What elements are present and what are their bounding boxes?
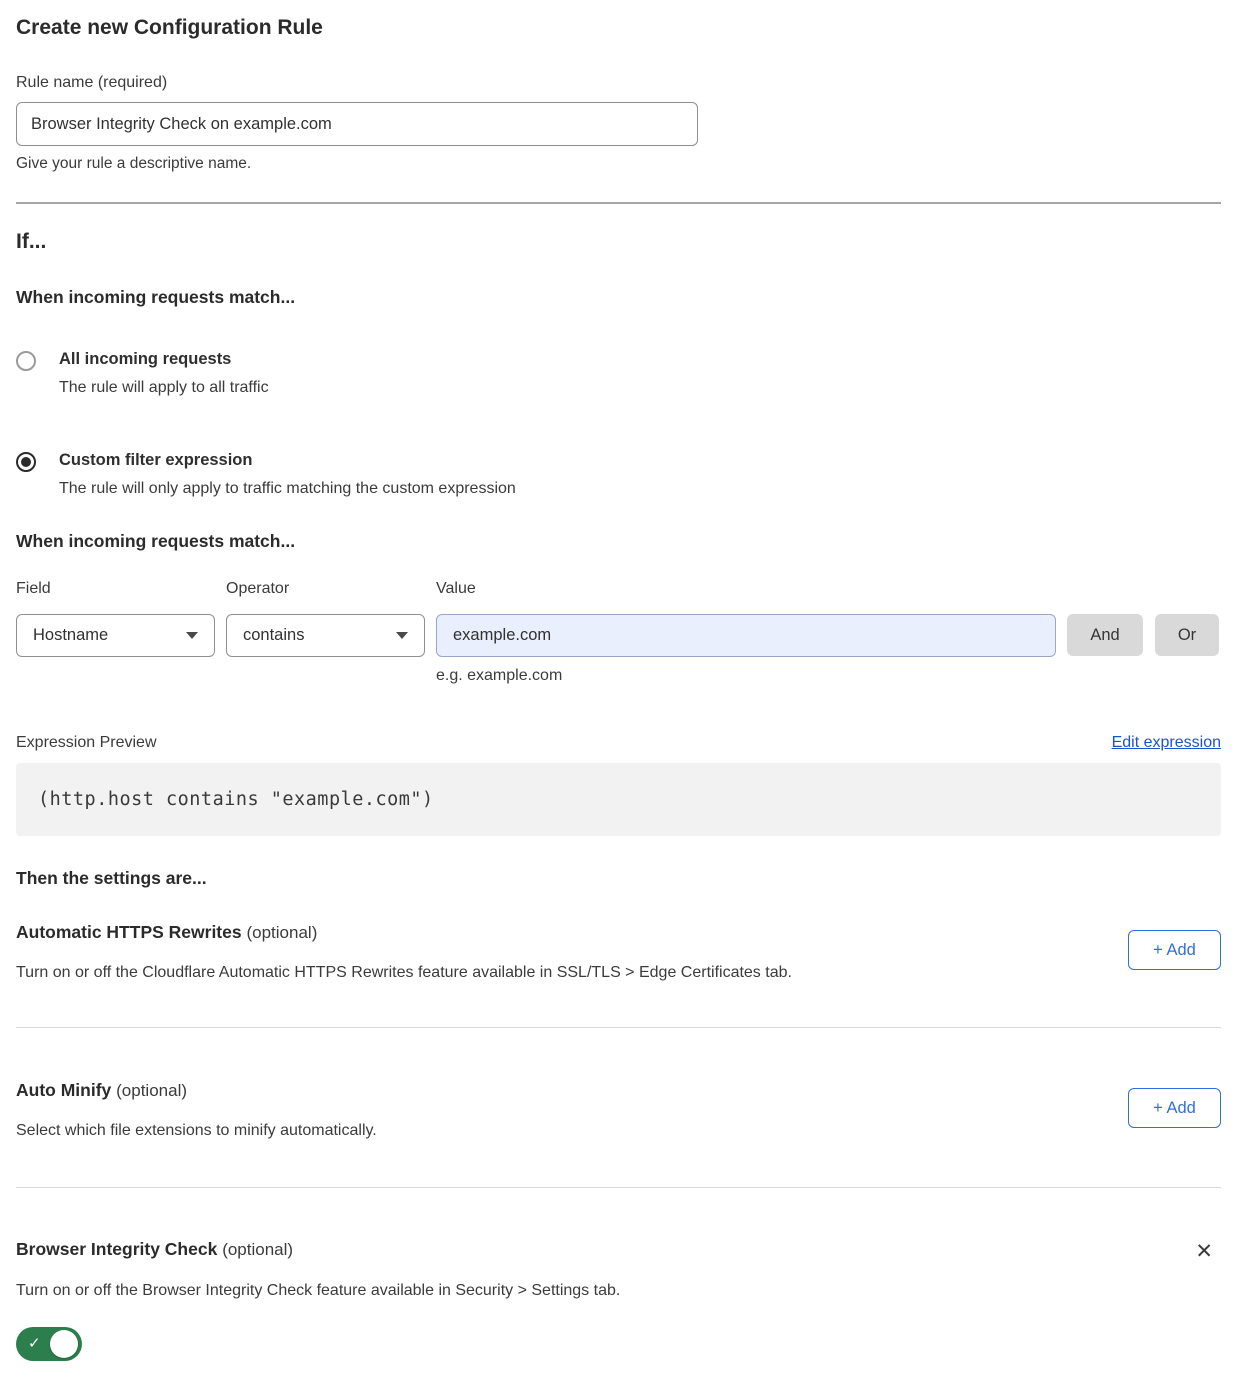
- setting-optional-tag: (optional): [222, 1240, 293, 1259]
- setting-browser-integrity-check: Browser Integrity Check (optional) ✕ Tur…: [16, 1238, 1221, 1366]
- value-label: Value: [436, 579, 1056, 599]
- setting-optional-tag: (optional): [246, 923, 317, 942]
- rule-name-input[interactable]: [16, 102, 698, 146]
- close-icon[interactable]: ✕: [1195, 1240, 1213, 1262]
- setting-title-text: Automatic HTTPS Rewrites: [16, 922, 242, 942]
- builder-heading: When incoming requests match...: [16, 530, 1221, 552]
- operator-select-value: contains: [243, 626, 304, 645]
- expression-preview-header: Expression Preview Edit expression: [16, 733, 1221, 753]
- operator-select[interactable]: contains: [226, 614, 425, 657]
- add-button[interactable]: + Add: [1128, 930, 1221, 970]
- value-helper: e.g. example.com: [436, 666, 1056, 686]
- setting-title: Browser Integrity Check (optional): [16, 1238, 293, 1261]
- rule-name-label: Rule name (required): [16, 73, 1221, 93]
- setting-title-text: Browser Integrity Check: [16, 1239, 217, 1259]
- setting-header-row: Browser Integrity Check (optional) ✕: [16, 1238, 1221, 1262]
- field-label: Field: [16, 579, 215, 599]
- check-icon: ✓: [28, 1334, 41, 1354]
- toggle-knob[interactable]: [50, 1330, 78, 1358]
- operator-column: Operator contains: [226, 579, 425, 657]
- setting-divider: [16, 1027, 1221, 1028]
- field-select-value: Hostname: [33, 626, 108, 645]
- setting-automatic-https-rewrites: Automatic HTTPS Rewrites (optional) Turn…: [16, 921, 1221, 983]
- radio-button[interactable]: [16, 452, 36, 472]
- radio-description: The rule will apply to all traffic: [59, 378, 269, 398]
- operator-label: Operator: [226, 579, 425, 599]
- radio-description: The rule will only apply to traffic matc…: [59, 479, 516, 499]
- section-divider: [16, 202, 1221, 204]
- radio-label[interactable]: All incoming requests: [59, 349, 269, 370]
- expression-builder-row: Field Hostname Operator contains Value e…: [16, 579, 1221, 686]
- setting-description: Turn on or off the Cloudflare Automatic …: [16, 963, 792, 983]
- radio-button[interactable]: [16, 351, 36, 371]
- setting-description: Select which file extensions to minify a…: [16, 1121, 377, 1141]
- chevron-down-icon: [396, 632, 408, 639]
- if-heading: If...: [16, 229, 1221, 255]
- value-column: Value e.g. example.com: [436, 579, 1056, 686]
- edit-expression-link[interactable]: Edit expression: [1112, 734, 1221, 752]
- setting-description: Turn on or off the Browser Integrity Che…: [16, 1281, 1221, 1301]
- radio-option-custom-filter[interactable]: Custom filter expression The rule will o…: [16, 450, 1221, 499]
- radio-label[interactable]: Custom filter expression: [59, 450, 516, 471]
- add-button[interactable]: + Add: [1128, 1088, 1221, 1128]
- expression-preview-code: (http.host contains "example.com"): [16, 763, 1221, 836]
- or-button[interactable]: Or: [1155, 614, 1219, 656]
- setting-title-text: Auto Minify: [16, 1080, 111, 1100]
- expression-preview-label: Expression Preview: [16, 733, 157, 753]
- setting-title: Automatic HTTPS Rewrites (optional): [16, 921, 792, 944]
- setting-divider: [16, 1187, 1221, 1188]
- field-column: Field Hostname: [16, 579, 215, 657]
- radio-option-all-requests[interactable]: All incoming requests The rule will appl…: [16, 349, 1221, 398]
- rule-name-helper: Give your rule a descriptive name.: [16, 154, 1221, 173]
- setting-auto-minify: Auto Minify (optional) Select which file…: [16, 1079, 1221, 1141]
- browser-integrity-toggle[interactable]: ✓: [16, 1327, 82, 1361]
- setting-title: Auto Minify (optional): [16, 1079, 377, 1102]
- field-select[interactable]: Hostname: [16, 614, 215, 657]
- page-title: Create new Configuration Rule: [16, 14, 1221, 42]
- setting-optional-tag: (optional): [116, 1081, 187, 1100]
- settings-heading: Then the settings are...: [16, 867, 1221, 889]
- match-heading: When incoming requests match...: [16, 286, 1221, 308]
- and-button[interactable]: And: [1067, 614, 1143, 656]
- value-input[interactable]: [436, 614, 1056, 657]
- chevron-down-icon: [186, 632, 198, 639]
